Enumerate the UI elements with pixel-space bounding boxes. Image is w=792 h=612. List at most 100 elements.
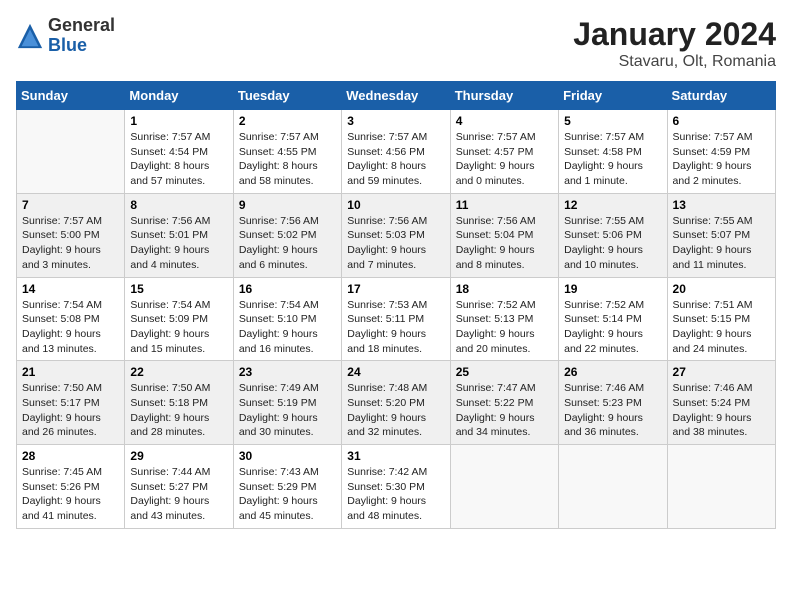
day-number: 14 [22, 282, 119, 296]
day-number: 12 [564, 198, 661, 212]
day-number: 2 [239, 114, 336, 128]
calendar-cell: 11Sunrise: 7:56 AM Sunset: 5:04 PM Dayli… [450, 193, 558, 277]
calendar-body: 1 Sunrise: 7:57 AM Sunset: 4:54 PM Daylig… [17, 110, 776, 529]
calendar-table: Sunday Monday Tuesday Wednesday Thursday… [16, 81, 776, 529]
calendar-cell [17, 110, 125, 194]
calendar-cell: 4 Sunrise: 7:57 AM Sunset: 4:57 PM Daylig… [450, 110, 558, 194]
calendar-cell: 14 Sunrise: 7:54 AM Sunset: 5:08 PM Dayli… [17, 277, 125, 361]
calendar-cell: 1 Sunrise: 7:57 AM Sunset: 4:54 PM Daylig… [125, 110, 233, 194]
day-info: Sunrise: 7:48 AM Sunset: 5:20 PM Dayligh… [347, 381, 444, 440]
logo-icon [16, 22, 44, 50]
calendar-cell [450, 445, 558, 529]
day-number: 29 [130, 449, 227, 463]
day-number: 16 [239, 282, 336, 296]
logo: General Blue [16, 16, 115, 56]
calendar-cell: 31 Sunrise: 7:42 AM Sunset: 5:30 PM Dayli… [342, 445, 450, 529]
week-row-4: 21 Sunrise: 7:50 AM Sunset: 5:17 PM Dayli… [17, 361, 776, 445]
page-header: General Blue January 2024 Stavaru, Olt, … [16, 16, 776, 71]
calendar-cell: 21 Sunrise: 7:50 AM Sunset: 5:17 PM Dayli… [17, 361, 125, 445]
week-row-2: 7 Sunrise: 7:57 AM Sunset: 5:00 PM Daylig… [17, 193, 776, 277]
title-area: January 2024 Stavaru, Olt, Romania [573, 16, 776, 71]
calendar-cell: 27 Sunrise: 7:46 AM Sunset: 5:24 PM Dayli… [667, 361, 775, 445]
day-number: 28 [22, 449, 119, 463]
week-row-1: 1 Sunrise: 7:57 AM Sunset: 4:54 PM Daylig… [17, 110, 776, 194]
calendar-header: Sunday Monday Tuesday Wednesday Thursday… [17, 82, 776, 110]
day-number: 10 [347, 198, 444, 212]
day-info: Sunrise: 7:45 AM Sunset: 5:26 PM Dayligh… [22, 465, 119, 524]
calendar-cell: 6Sunrise: 7:57 AM Sunset: 4:59 PM Daylig… [667, 110, 775, 194]
day-number: 31 [347, 449, 444, 463]
day-info: Sunrise: 7:57 AM Sunset: 4:59 PM Dayligh… [673, 130, 770, 189]
col-friday: Friday [559, 82, 667, 110]
header-row: Sunday Monday Tuesday Wednesday Thursday… [17, 82, 776, 110]
col-monday: Monday [125, 82, 233, 110]
calendar-cell: 26 Sunrise: 7:46 AM Sunset: 5:23 PM Dayli… [559, 361, 667, 445]
col-tuesday: Tuesday [233, 82, 341, 110]
day-number: 22 [130, 365, 227, 379]
day-number: 9 [239, 198, 336, 212]
day-info: Sunrise: 7:43 AM Sunset: 5:29 PM Dayligh… [239, 465, 336, 524]
day-number: 3 [347, 114, 444, 128]
day-info: Sunrise: 7:54 AM Sunset: 5:09 PM Dayligh… [130, 298, 227, 357]
calendar-cell: 2 Sunrise: 7:57 AM Sunset: 4:55 PM Daylig… [233, 110, 341, 194]
week-row-3: 14 Sunrise: 7:54 AM Sunset: 5:08 PM Dayli… [17, 277, 776, 361]
day-number: 17 [347, 282, 444, 296]
day-number: 4 [456, 114, 553, 128]
day-info: Sunrise: 7:51 AM Sunset: 5:15 PM Dayligh… [673, 298, 770, 357]
calendar-cell [559, 445, 667, 529]
day-info: Sunrise: 7:55 AM Sunset: 5:07 PM Dayligh… [673, 214, 770, 273]
day-info: Sunrise: 7:56 AM Sunset: 5:03 PM Dayligh… [347, 214, 444, 273]
day-info: Sunrise: 7:50 AM Sunset: 5:17 PM Dayligh… [22, 381, 119, 440]
day-number: 20 [673, 282, 770, 296]
day-number: 19 [564, 282, 661, 296]
day-number: 8 [130, 198, 227, 212]
day-number: 13 [673, 198, 770, 212]
calendar-cell: 23Sunrise: 7:49 AM Sunset: 5:19 PM Dayli… [233, 361, 341, 445]
day-info: Sunrise: 7:57 AM Sunset: 4:56 PM Dayligh… [347, 130, 444, 189]
day-number: 25 [456, 365, 553, 379]
day-number: 27 [673, 365, 770, 379]
day-info: Sunrise: 7:47 AM Sunset: 5:22 PM Dayligh… [456, 381, 553, 440]
day-number: 26 [564, 365, 661, 379]
day-info: Sunrise: 7:42 AM Sunset: 5:30 PM Dayligh… [347, 465, 444, 524]
day-number: 5 [564, 114, 661, 128]
month-title: January 2024 [573, 16, 776, 53]
day-info: Sunrise: 7:50 AM Sunset: 5:18 PM Dayligh… [130, 381, 227, 440]
day-info: Sunrise: 7:54 AM Sunset: 5:10 PM Dayligh… [239, 298, 336, 357]
day-info: Sunrise: 7:52 AM Sunset: 5:13 PM Dayligh… [456, 298, 553, 357]
week-row-5: 28 Sunrise: 7:45 AM Sunset: 5:26 PM Dayli… [17, 445, 776, 529]
calendar-cell: 7 Sunrise: 7:57 AM Sunset: 5:00 PM Daylig… [17, 193, 125, 277]
calendar-cell: 16 Sunrise: 7:54 AM Sunset: 5:10 PM Dayli… [233, 277, 341, 361]
day-info: Sunrise: 7:53 AM Sunset: 5:11 PM Dayligh… [347, 298, 444, 357]
calendar-cell: 28 Sunrise: 7:45 AM Sunset: 5:26 PM Dayli… [17, 445, 125, 529]
logo-blue: Blue [48, 36, 115, 56]
calendar-cell: 15Sunrise: 7:54 AM Sunset: 5:09 PM Dayli… [125, 277, 233, 361]
day-number: 24 [347, 365, 444, 379]
day-info: Sunrise: 7:55 AM Sunset: 5:06 PM Dayligh… [564, 214, 661, 273]
day-number: 7 [22, 198, 119, 212]
day-info: Sunrise: 7:54 AM Sunset: 5:08 PM Dayligh… [22, 298, 119, 357]
day-info: Sunrise: 7:57 AM Sunset: 4:57 PM Dayligh… [456, 130, 553, 189]
day-number: 21 [22, 365, 119, 379]
day-number: 18 [456, 282, 553, 296]
calendar-cell: 29 Sunrise: 7:44 AM Sunset: 5:27 PM Dayli… [125, 445, 233, 529]
day-info: Sunrise: 7:56 AM Sunset: 5:04 PM Dayligh… [456, 214, 553, 273]
calendar-cell: 10 Sunrise: 7:56 AM Sunset: 5:03 PM Dayli… [342, 193, 450, 277]
day-info: Sunrise: 7:57 AM Sunset: 4:55 PM Dayligh… [239, 130, 336, 189]
day-info: Sunrise: 7:46 AM Sunset: 5:24 PM Dayligh… [673, 381, 770, 440]
col-wednesday: Wednesday [342, 82, 450, 110]
calendar-cell: 22 Sunrise: 7:50 AM Sunset: 5:18 PM Dayli… [125, 361, 233, 445]
calendar-cell: 12 Sunrise: 7:55 AM Sunset: 5:06 PM Dayli… [559, 193, 667, 277]
day-info: Sunrise: 7:57 AM Sunset: 4:58 PM Dayligh… [564, 130, 661, 189]
day-info: Sunrise: 7:57 AM Sunset: 4:54 PM Dayligh… [130, 130, 227, 189]
calendar-cell: 24 Sunrise: 7:48 AM Sunset: 5:20 PM Dayli… [342, 361, 450, 445]
day-info: Sunrise: 7:57 AM Sunset: 5:00 PM Dayligh… [22, 214, 119, 273]
col-saturday: Saturday [667, 82, 775, 110]
day-info: Sunrise: 7:56 AM Sunset: 5:02 PM Dayligh… [239, 214, 336, 273]
calendar-cell: 19Sunrise: 7:52 AM Sunset: 5:14 PM Dayli… [559, 277, 667, 361]
day-info: Sunrise: 7:44 AM Sunset: 5:27 PM Dayligh… [130, 465, 227, 524]
day-number: 1 [130, 114, 227, 128]
col-sunday: Sunday [17, 82, 125, 110]
calendar-cell: 20 Sunrise: 7:51 AM Sunset: 5:15 PM Dayli… [667, 277, 775, 361]
day-info: Sunrise: 7:46 AM Sunset: 5:23 PM Dayligh… [564, 381, 661, 440]
